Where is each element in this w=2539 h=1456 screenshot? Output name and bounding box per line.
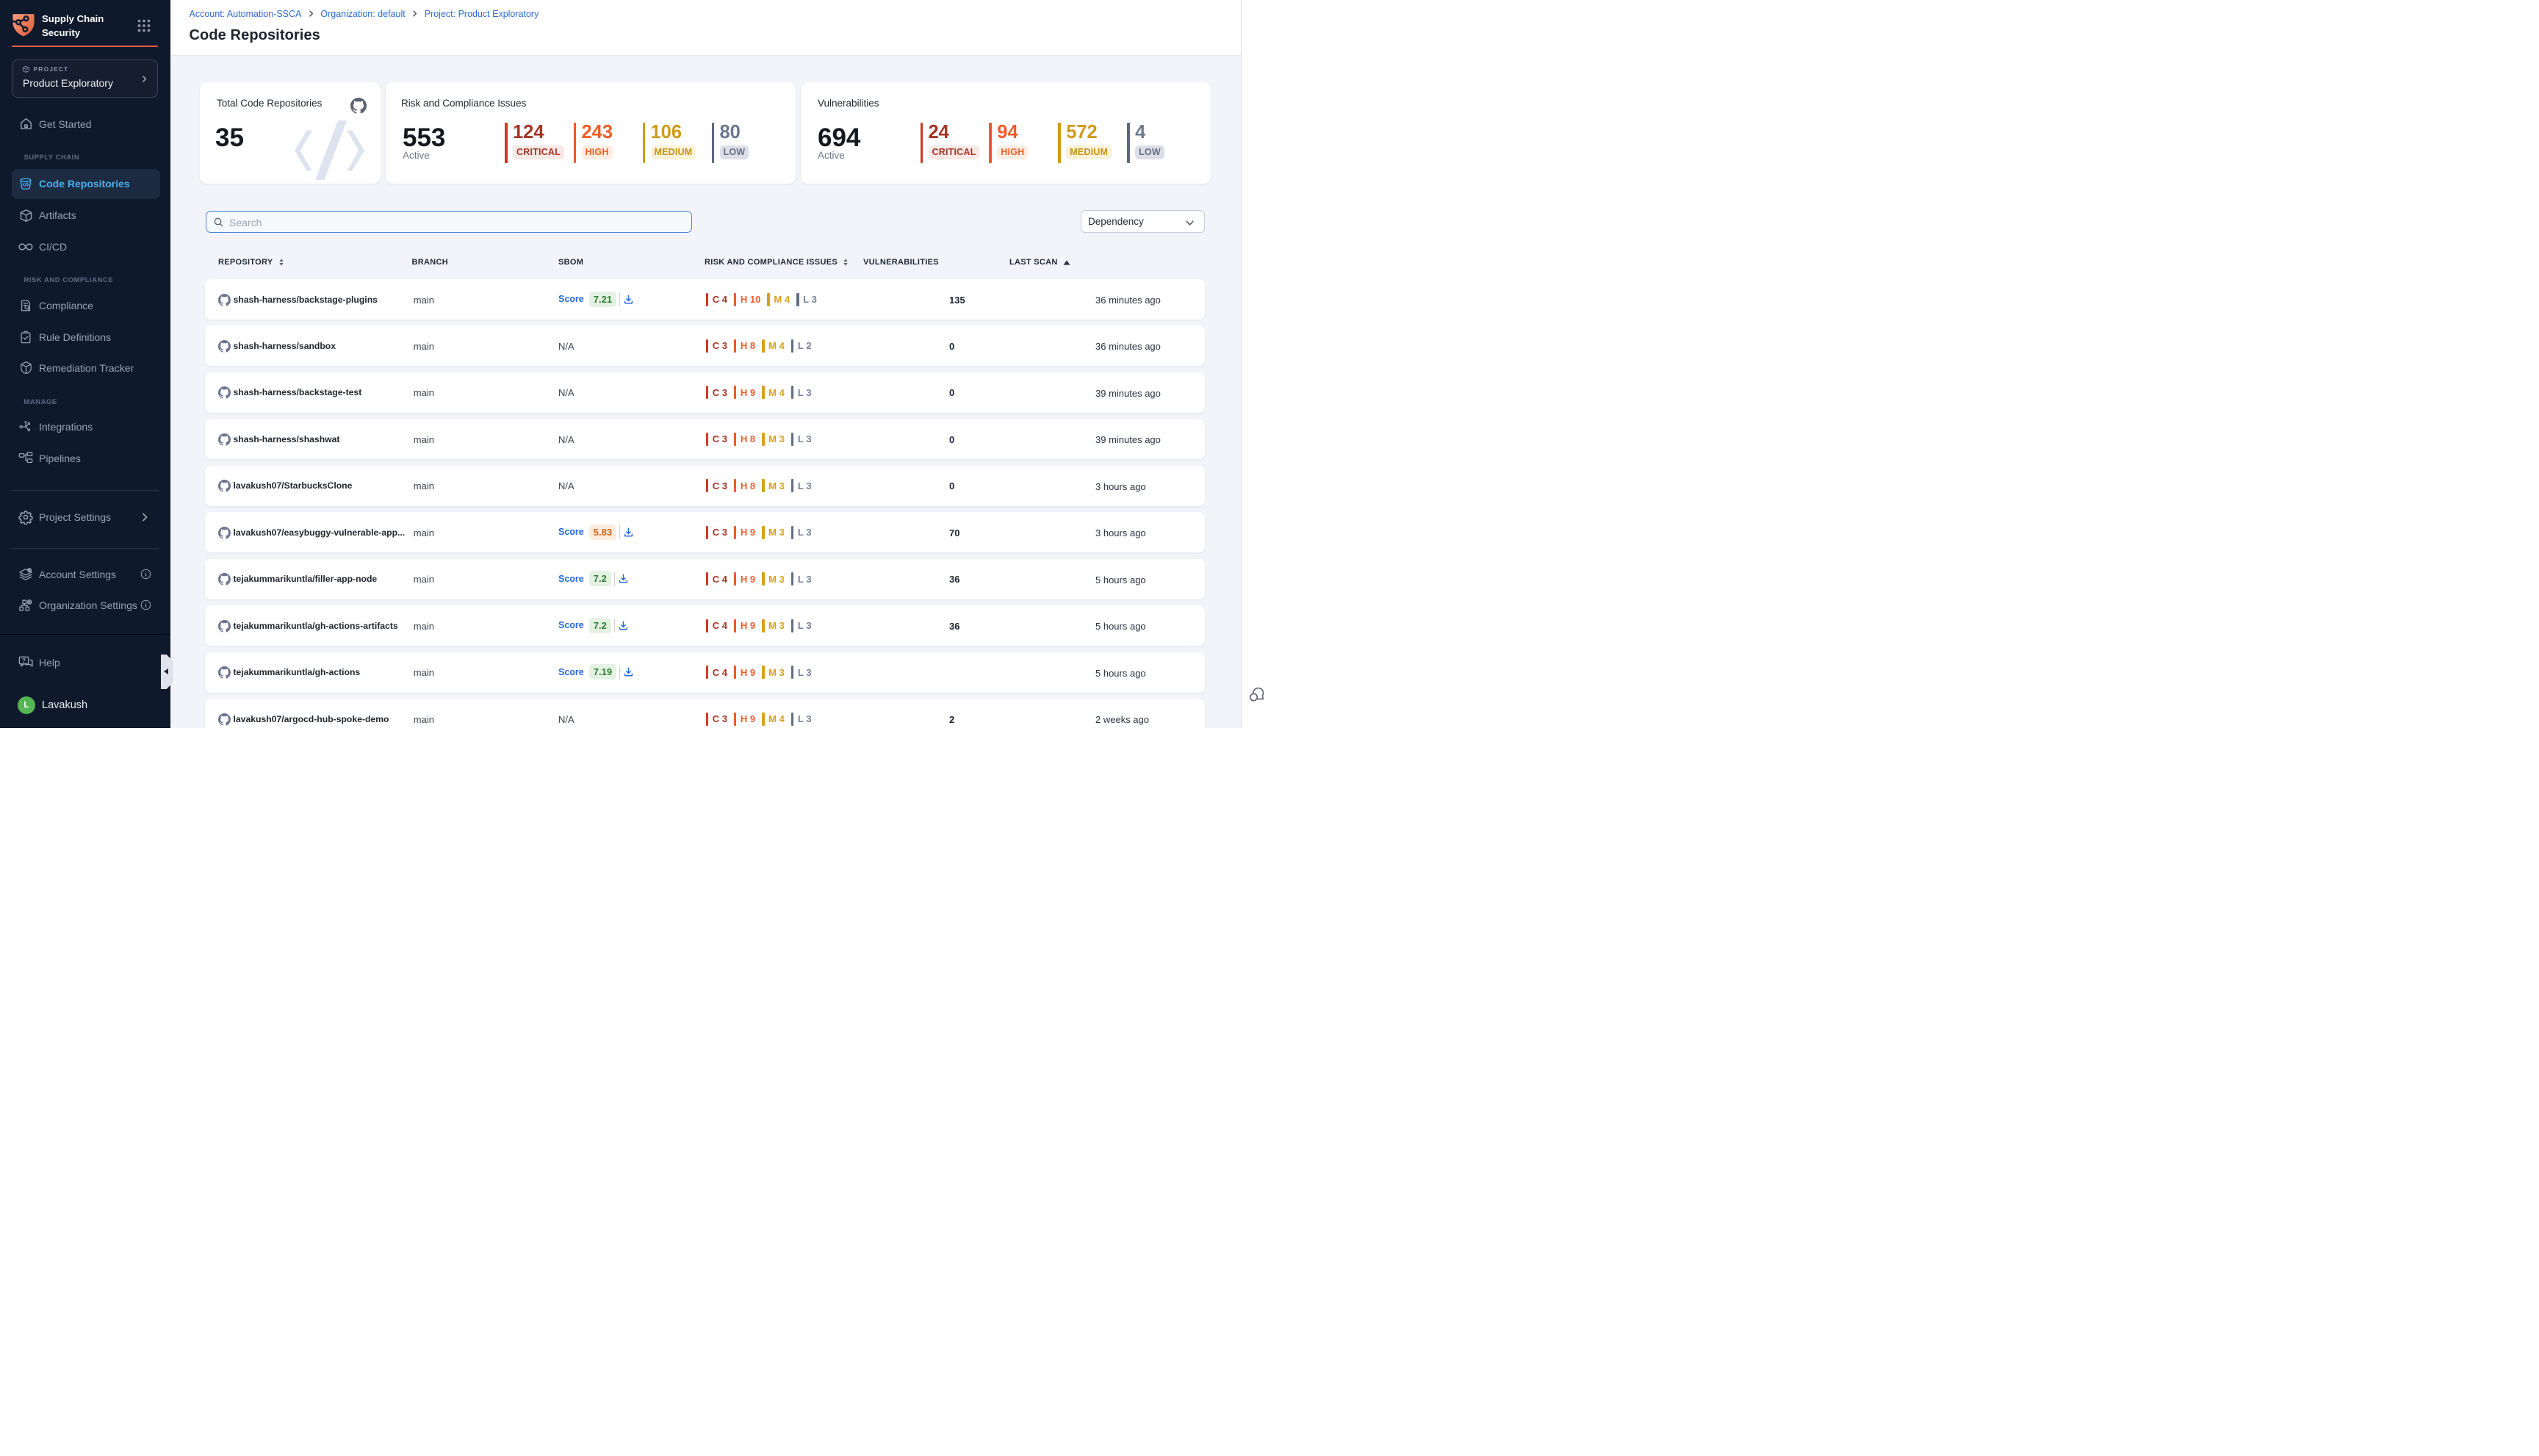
svg-text:?: ? — [22, 657, 26, 664]
